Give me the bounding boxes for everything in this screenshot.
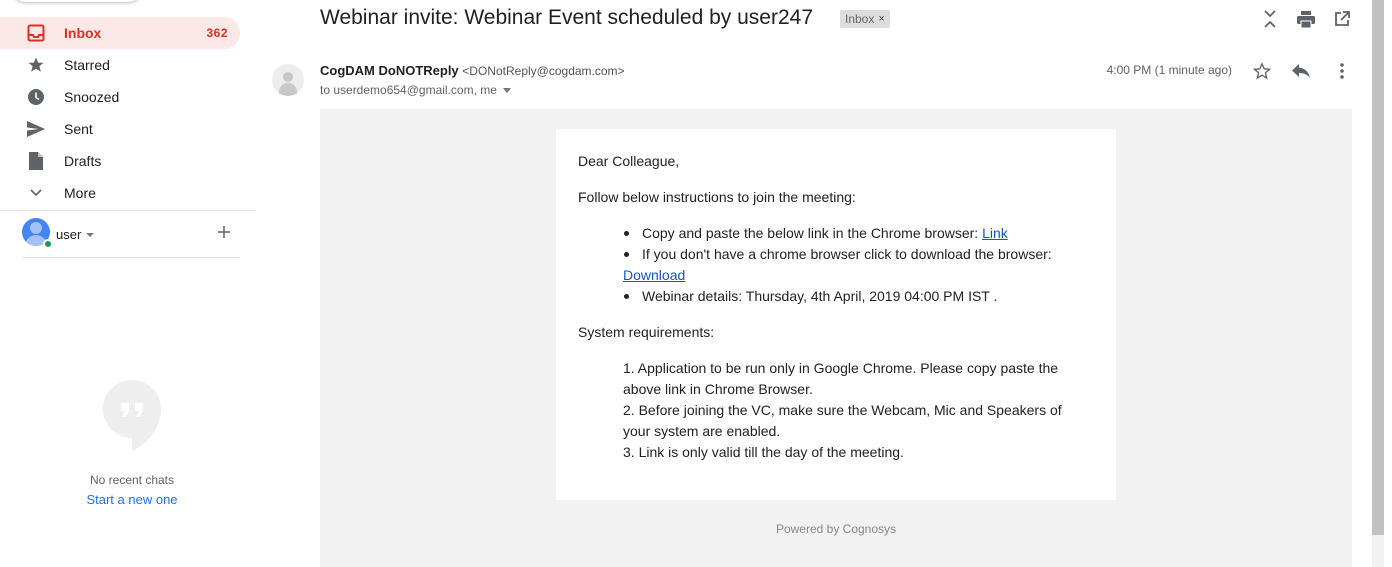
remove-label-icon[interactable]: × <box>878 13 884 25</box>
bullet <box>624 252 629 257</box>
requirement-item: your system are enabled. <box>623 423 781 439</box>
user-name: user <box>56 227 82 242</box>
plus-icon[interactable] <box>216 224 232 240</box>
instructions-intro: Follow below instructions to join the me… <box>578 189 856 205</box>
label-chip[interactable]: Inbox × <box>840 10 890 28</box>
sender-avatar <box>272 64 304 96</box>
hangouts-user[interactable]: user <box>22 218 240 250</box>
sidebar-item-sent[interactable]: Sent <box>0 113 240 145</box>
requirement-item: 1. Application to be run only in Google … <box>623 360 1059 376</box>
sidebar-item-label: Inbox <box>64 25 102 41</box>
star-icon[interactable] <box>1251 60 1273 82</box>
sidebar-item-more[interactable]: More <box>0 177 240 209</box>
sender[interactable]: CogDAM DoNOTReply <DONotReply@cogdam.com… <box>320 63 625 78</box>
send-icon <box>26 120 46 138</box>
sidebar-item-inbox[interactable]: Inbox 362 <box>0 17 240 49</box>
sidebar-item-starred[interactable]: Starred <box>0 49 240 81</box>
bullet-item: If you don't have a chrome browser click… <box>642 246 1052 262</box>
download-link-wrap: Download <box>623 265 685 286</box>
sidebar-item-label: Starred <box>64 57 110 73</box>
start-chat-link[interactable]: Start a new one <box>0 492 264 507</box>
sidebar-item-label: Snoozed <box>64 89 120 105</box>
inbox-icon <box>26 24 46 42</box>
more-options-icon[interactable] <box>1331 60 1353 82</box>
bullet-item: Copy and paste the below link in the Chr… <box>642 225 1008 241</box>
email-body: Dear Colleague, Follow below instruction… <box>320 109 1352 567</box>
divider <box>0 210 256 211</box>
chrome-link[interactable]: Link <box>982 225 1008 241</box>
email-subject: Webinar invite: Webinar Event scheduled … <box>320 6 814 29</box>
sidebar-item-label: Sent <box>64 121 93 137</box>
recipients-text: to userdemo654@gmail.com, me <box>320 83 497 97</box>
collapse-icon[interactable] <box>1259 8 1281 30</box>
online-status-icon <box>43 239 53 249</box>
scrollbar-track[interactable] <box>1372 535 1384 567</box>
email-card: Dear Colleague, Follow below instruction… <box>556 129 1116 500</box>
unread-count: 362 <box>206 26 228 40</box>
timestamp: 4:00 PM (1 minute ago) <box>1106 63 1232 77</box>
chat-bubble-icon <box>102 379 162 451</box>
requirement-item: above link in Chrome Browser. <box>623 381 813 397</box>
requirement-item: 3. Link is only valid till the day of th… <box>623 444 904 460</box>
sidebar: Inbox 362 Starred Snoozed Sent Drafts Mo… <box>0 0 256 567</box>
scrollbar-thumb[interactable] <box>1372 0 1384 535</box>
sender-name: CogDAM DoNOTReply <box>320 63 459 78</box>
clock-icon <box>26 88 46 106</box>
bullet-item: Webinar details: Thursday, 4th April, 20… <box>642 288 998 304</box>
requirements-title: System requirements: <box>578 324 715 340</box>
star-icon <box>26 56 46 74</box>
print-icon[interactable] <box>1295 8 1317 30</box>
compose-button[interactable] <box>10 0 144 2</box>
bullet <box>624 231 629 236</box>
sidebar-item-label: Drafts <box>64 153 102 169</box>
label-chip-text: Inbox <box>845 12 875 26</box>
sidebar-item-snoozed[interactable]: Snoozed <box>0 81 240 113</box>
open-in-new-window-icon[interactable] <box>1331 8 1353 30</box>
greeting: Dear Colleague, <box>578 153 680 169</box>
download-link[interactable]: Download <box>623 267 685 283</box>
divider <box>22 257 240 258</box>
sidebar-item-label: More <box>64 185 96 201</box>
draft-icon <box>26 152 46 170</box>
chevron-down-icon <box>26 184 46 202</box>
sender-email: <DONotReply@cogdam.com> <box>462 64 625 78</box>
requirement-item: 2. Before joining the VC, make sure the … <box>623 402 1062 418</box>
show-details-icon[interactable] <box>502 87 511 93</box>
caret-down-icon[interactable] <box>86 233 94 237</box>
no-chats-text: No recent chats <box>89 473 175 487</box>
sidebar-item-drafts[interactable]: Drafts <box>0 145 240 177</box>
recipients: to userdemo654@gmail.com, me <box>320 83 511 97</box>
reply-icon[interactable] <box>1290 60 1312 82</box>
bullet <box>624 294 629 299</box>
powered-by: Powered by Cognosys <box>775 522 897 536</box>
